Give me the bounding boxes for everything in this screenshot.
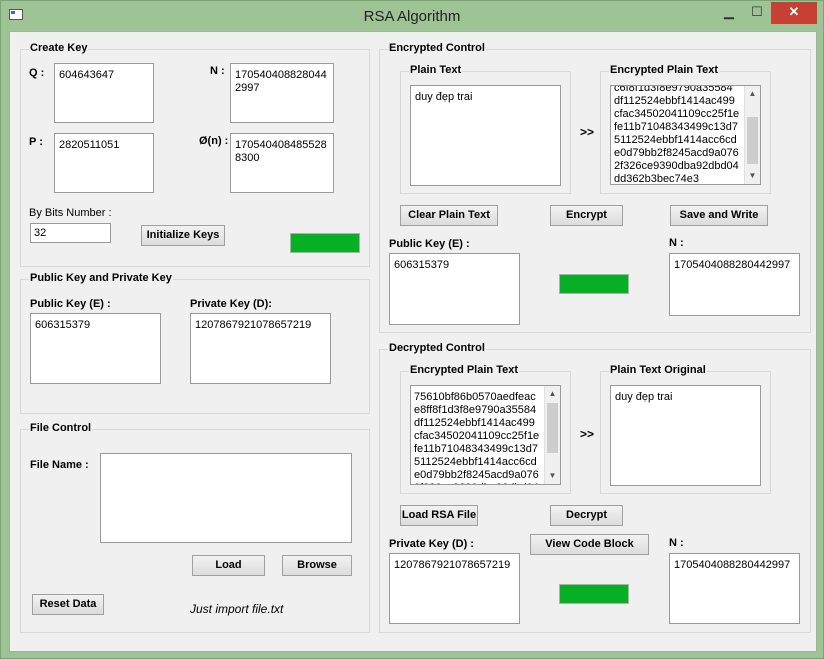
enc-n-field[interactable]: 1705404088280442997 (669, 253, 800, 316)
encrypted-text-field[interactable]: c6f8f1d3f8e9790a35584 df112524ebbf1414ac4… (610, 85, 761, 185)
clear-plain-text-button[interactable]: Clear Plain Text (400, 205, 498, 226)
minimize-icon[interactable]: ▁ (715, 2, 743, 24)
plain-text-original-field[interactable]: duy đẹp trai (610, 385, 761, 486)
file-control-group: File Control File Name : Load Browse Res… (20, 422, 370, 633)
encrypt-button[interactable]: Encrypt (550, 205, 623, 226)
n-field[interactable]: 1705404088280442997 (230, 63, 334, 123)
reset-data-button[interactable]: Reset Data (32, 594, 104, 615)
scroll-down-icon[interactable]: ▼ (545, 468, 560, 484)
plain-text-group: Plain Text duy đẹp trai (400, 64, 571, 194)
create-key-group: Create Key Q : 604643647 N : 17054040882… (20, 42, 370, 267)
plain-text-field[interactable]: duy đẹp trai (410, 85, 561, 186)
title-bar: RSA Algorithm ▁ ☐ ✕ (1, 1, 823, 31)
create-key-status-indicator (290, 233, 360, 253)
dec-private-key-label: Private Key (D) : (389, 538, 474, 550)
cipher-line: dd362b3bec74e3 (614, 173, 700, 185)
browse-button[interactable]: Browse (282, 555, 352, 576)
save-and-write-button[interactable]: Save and Write (670, 205, 768, 226)
enc-public-key-label: Public Key (E) : (389, 238, 470, 250)
import-hint: Just import file.txt (190, 602, 284, 616)
enc-public-key-field[interactable]: 606315379 (389, 253, 520, 325)
plain-text-original-group: Plain Text Original duy đẹp trai (600, 364, 771, 494)
plain-text-title: Plain Text (409, 64, 463, 76)
close-icon[interactable]: ✕ (771, 2, 817, 24)
encrypt-status-indicator (559, 274, 629, 294)
load-rsa-file-button[interactable]: Load RSA File (400, 505, 478, 526)
cipher-line: 2f326ce9390dba92dbd04 (614, 160, 739, 172)
cipher-line: e0d79bb2f8245acd9a076 (414, 469, 539, 481)
maximize-icon[interactable]: ☐ (743, 2, 771, 24)
cipher-line: cfac34502041109cc25f1e (414, 430, 540, 442)
dec-n-field[interactable]: 1705404088280442997 (669, 553, 800, 624)
enc-n-label: N : (669, 237, 684, 249)
initialize-keys-button[interactable]: Initialize Keys (141, 225, 225, 246)
scroll-up-icon[interactable]: ▲ (545, 386, 560, 402)
decrypt-status-indicator (559, 584, 629, 604)
load-button[interactable]: Load (192, 555, 265, 576)
encrypted-text-scrollbar[interactable]: ▲ ▼ (744, 86, 760, 184)
public-key-field[interactable]: 606315379 (30, 313, 161, 384)
encrypt-arrows: >> (580, 125, 595, 139)
cipher-line: df112524ebbf1414ac499 (614, 95, 735, 107)
cipher-line: df112524ebbf1414ac499 (414, 417, 535, 429)
n-label: N : (210, 65, 225, 77)
app-window: RSA Algorithm ▁ ☐ ✕ Create Key Q : 60464… (0, 0, 824, 659)
private-key-field[interactable]: 1207867921078657219 (190, 313, 331, 384)
dec-encrypted-text-scrollbar[interactable]: ▲ ▼ (544, 386, 560, 484)
cipher-line: 5112524ebbf1414acc6cd (414, 456, 537, 468)
view-code-block-button[interactable]: View Code Block (530, 534, 649, 555)
scroll-thumb[interactable] (547, 403, 558, 453)
private-key-label: Private Key (D): (190, 298, 272, 310)
dec-private-key-field[interactable]: 1207867921078657219 (389, 553, 520, 624)
public-key-label: Public Key (E) : (30, 298, 111, 310)
cipher-line: cfac34502041109cc25f1e (614, 108, 740, 120)
encrypted-text-title: Encrypted Plain Text (609, 64, 719, 76)
file-control-title: File Control (29, 422, 93, 434)
window-title: RSA Algorithm (363, 8, 461, 25)
q-label: Q : (29, 67, 45, 79)
bits-input[interactable]: 32 (30, 223, 111, 243)
dec-n-label: N : (669, 537, 684, 549)
scroll-down-icon[interactable]: ▼ (745, 168, 760, 184)
dec-encrypted-text-group: Encrypted Plain Text 75610bf86b0570aedfe… (400, 364, 571, 494)
cipher-line: c6f8f1d3f8e9790a35584 (614, 85, 733, 94)
encrypted-text-content: c6f8f1d3f8e9790a35584 df112524ebbf1414ac4… (614, 85, 758, 185)
file-name-field[interactable] (100, 453, 352, 543)
cipher-line: e8ff8f1d3f8e9790a35584 (414, 404, 537, 416)
cipher-line: 2f326ce9390dba92dbd04 (414, 482, 558, 484)
decrypted-control-group: Decrypted Control Encrypted Plain Text 7… (379, 342, 811, 633)
file-name-label: File Name : (30, 459, 89, 471)
encrypted-control-group: Encrypted Control Plain Text duy đẹp tra… (379, 42, 811, 333)
public-private-title: Public Key and Private Key (29, 272, 173, 284)
decrypt-arrows: >> (580, 427, 595, 441)
scroll-thumb[interactable] (747, 117, 758, 164)
scroll-up-icon[interactable]: ▲ (745, 86, 760, 102)
phi-label: Ø(n) : (199, 135, 229, 147)
decrypted-control-title: Decrypted Control (388, 342, 486, 354)
cipher-line: e0d79bb2f8245acd9a076 (614, 147, 739, 159)
encrypted-text-group: Encrypted Plain Text c6f8f1d3f8e9790a355… (600, 64, 771, 194)
bits-label: By Bits Number : (29, 207, 112, 219)
dec-encrypted-text-content: 75610bf86b0570aedfeac e8ff8f1d3f8e9790a35… (414, 391, 558, 484)
decrypt-button[interactable]: Decrypt (550, 505, 623, 526)
cipher-line: 75610bf86b0570aedfeac (414, 391, 536, 403)
p-field[interactable]: 2820511051 (54, 133, 154, 193)
plain-text-original-title: Plain Text Original (609, 364, 707, 376)
encrypted-control-title: Encrypted Control (388, 42, 486, 54)
phi-field[interactable]: 1705404084855288300 (230, 133, 334, 193)
public-private-group: Public Key and Private Key Public Key (E… (20, 272, 370, 414)
create-key-title: Create Key (29, 42, 89, 54)
cipher-line: 5112524ebbf1414acc6cd (614, 134, 737, 146)
p-label: P : (29, 136, 43, 148)
cipher-line: fe11b71048343499c13d7 (614, 121, 738, 133)
dec-encrypted-text-field[interactable]: 75610bf86b0570aedfeac e8ff8f1d3f8e9790a35… (410, 385, 561, 485)
client-area: Create Key Q : 604643647 N : 17054040882… (9, 31, 817, 652)
q-field[interactable]: 604643647 (54, 63, 154, 123)
cipher-line: fe11b71048343499c13d7 (414, 443, 538, 455)
dec-encrypted-text-title: Encrypted Plain Text (409, 364, 519, 376)
